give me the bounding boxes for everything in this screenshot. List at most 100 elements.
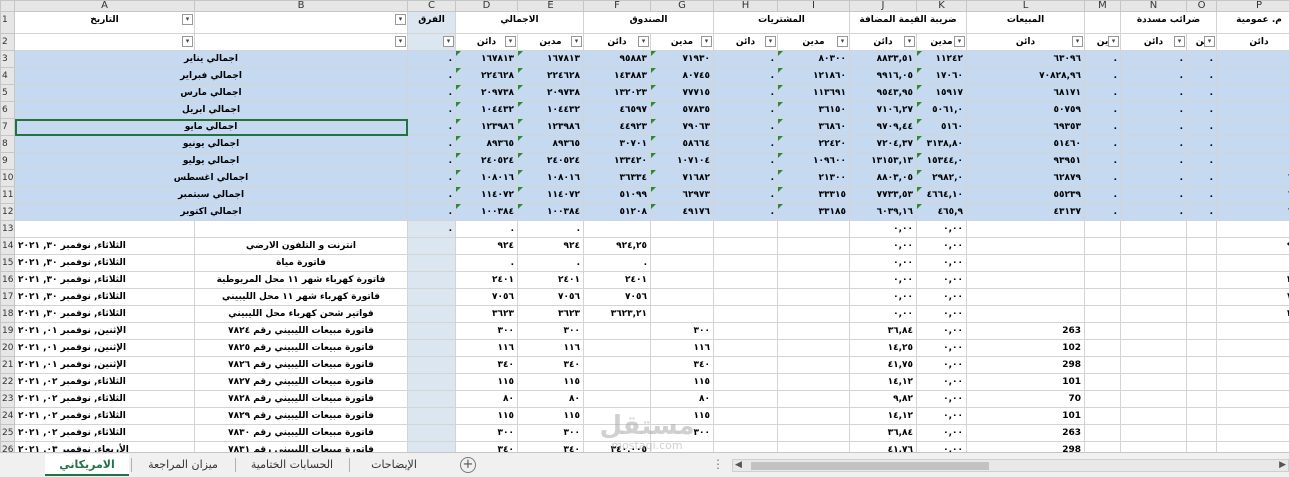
cell-h[interactable] [713,424,778,442]
cell-f[interactable]: ٥١٠٩٩ [583,186,651,204]
cell-e[interactable]: . [517,254,584,272]
cell-m[interactable]: . [1084,84,1121,102]
cell-g[interactable]: ٤٩١٧٦ [650,203,714,221]
add-sheet-button[interactable]: + [460,457,476,473]
cell-i[interactable] [777,254,850,272]
cell-l[interactable] [966,271,1085,289]
cell-h[interactable]: . [713,50,778,68]
column-header-i[interactable]: I [777,0,850,12]
header-total-debtor[interactable]: مدين ▾ [517,33,584,51]
cell-f[interactable]: ٧٠٥٦ [583,288,651,306]
cell-g[interactable]: ٦٢٩٧٣ [650,186,714,204]
cell-l[interactable]: ٥٥٢٣٩ [966,186,1085,204]
cell-b[interactable]: فاتورة كهرباء شهر ١١ محل الليبيني [194,288,408,306]
cell-b[interactable]: فواتير شحن كهرباء محل الليبيني [194,305,408,323]
cell-n[interactable] [1120,305,1187,323]
cell-c[interactable]: . [407,186,456,204]
cell-c[interactable]: . [407,84,456,102]
cell-n[interactable] [1120,220,1187,238]
cell-m[interactable] [1084,254,1121,272]
cell-k[interactable]: ١١٢٤٢ [916,50,967,68]
column-header-m[interactable]: M [1084,0,1121,12]
cell-g[interactable]: ١٠٧١٠٤ [650,152,714,170]
cell-j[interactable]: ٩٥٤٣,٩٥ [849,84,917,102]
cell-k[interactable]: ١٥٣٤٤,٠ [916,152,967,170]
cell-g[interactable] [650,220,714,238]
cell-e[interactable]: . [517,220,584,238]
cell-a[interactable]: الإثنين, نوفمبر ٠١, ٢٠٢١ [14,322,195,340]
header-purchases[interactable]: المشتريات [713,11,850,34]
cell-n[interactable] [1120,390,1187,408]
cell-e[interactable]: ١١٥ [517,373,584,391]
cell-e[interactable]: ١٢٣٩٨٦ [517,118,584,136]
cell-c[interactable]: . [407,50,456,68]
header-purchases-creditor[interactable]: دائن ▾ [713,33,778,51]
cell-a[interactable]: الثلاثاء, نوفمبر ٣٠, ٢٠٢١ [14,254,195,272]
cell-j[interactable]: ٩٧٠٩,٤٤ [849,118,917,136]
cell-p[interactable]: ٧٠ [1216,288,1289,306]
cell-i[interactable]: ٣٣٣١٥ [777,186,850,204]
cell-a[interactable]: الثلاثاء, نوفمبر ٠٢, ٢٠٢١ [14,373,195,391]
cell-l[interactable]: 102 [966,339,1085,357]
cell-j[interactable]: ١٤,١٢ [849,373,917,391]
cell-p[interactable]: ٣٦ [1216,305,1289,323]
cell-h[interactable] [713,441,778,452]
cell-i[interactable] [777,220,850,238]
cell-l[interactable]: 70 [966,390,1085,408]
cell-e[interactable]: ١١٥ [517,407,584,425]
column-header-o[interactable]: O [1186,0,1217,12]
cell-i[interactable]: ٣٦١٥٠ [777,101,850,119]
cell-k[interactable]: ٤٦٦٤,١٠ [916,186,967,204]
filter-dropdown-icon[interactable]: ▾ [443,36,454,47]
cell-i[interactable] [777,322,850,340]
cell-m[interactable] [1084,220,1121,238]
cell-k[interactable]: ٠,٠٠ [916,288,967,306]
header-withholding[interactable]: ضرائب مسددة [1120,11,1217,34]
cell-o[interactable]: . [1186,67,1217,85]
cell-f[interactable]: ٣٦٢٣,٢١ [583,305,651,323]
cell-k[interactable]: ١٥٩١٧ [916,84,967,102]
cell-o[interactable]: . [1186,186,1217,204]
cell-p[interactable]: . [1216,356,1289,374]
cell-i[interactable]: ٣٣١٨٥ [777,203,850,221]
cell-o[interactable] [1186,373,1217,391]
cell-i[interactable] [777,237,850,255]
cell-i[interactable] [777,271,850,289]
cell-h[interactable] [713,339,778,357]
cell-o[interactable] [1186,254,1217,272]
cell-c[interactable] [407,339,456,357]
row-number[interactable]: 26 [0,441,15,452]
cell-p[interactable]: ٢ [1216,84,1289,102]
header-cash-creditor[interactable]: دائن ▾ [583,33,651,51]
cell-i[interactable]: ٢٢٤٢٠ [777,135,850,153]
cell-m[interactable]: . [1084,101,1121,119]
header-sales-creditor[interactable]: دائن ▾ [966,33,1085,51]
cell-e[interactable]: ١١٤٠٧٢ [517,186,584,204]
cell-f[interactable]: ٤٦٥٩٧ [583,101,651,119]
cell-l[interactable]: ٤٣١٣٧ [966,203,1085,221]
cell-d[interactable]: ٨٠ [455,390,518,408]
cell-g[interactable]: ٨٠ [650,390,714,408]
cell-e[interactable]: ٧٠٥٦ [517,288,584,306]
cell-l[interactable]: 263 [966,424,1085,442]
cell-f[interactable] [583,356,651,374]
cell-a[interactable]: الثلاثاء, نوفمبر ٠٢, ٢٠٢١ [14,407,195,425]
filter-dropdown-icon[interactable]: ▾ [701,36,712,47]
row-number[interactable]: 6 [0,101,15,119]
row-number[interactable]: 23 [0,390,15,408]
cell-b[interactable]: فاتورة مياة [194,254,408,272]
cell-d[interactable]: . [455,220,518,238]
cell-i[interactable] [777,356,850,374]
cell-m[interactable]: . [1084,135,1121,153]
cell-j[interactable]: ٤١,٧٥ [849,356,917,374]
cell-h[interactable] [713,305,778,323]
cell-l[interactable] [966,220,1085,238]
cell-h[interactable]: . [713,84,778,102]
cell-d[interactable]: ١١٤٠٧٢ [455,186,518,204]
cell-n[interactable]: . [1120,118,1187,136]
cell-l[interactable] [966,288,1085,306]
cell-d[interactable]: ٣٤٠ [455,441,518,452]
cell-e[interactable]: ٣٦٢٣ [517,305,584,323]
header-date[interactable]: التاريخ ▾ [14,11,195,34]
cell-d[interactable]: ١٠٨٠١٦ [455,169,518,187]
